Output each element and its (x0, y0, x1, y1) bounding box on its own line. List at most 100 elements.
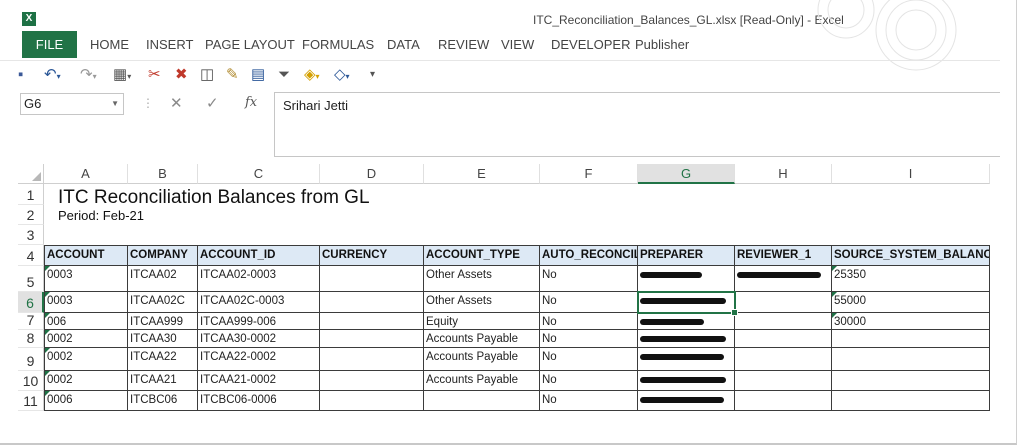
tab-view[interactable]: VIEW (501, 31, 534, 58)
table-cell[interactable]: ITCAA02C-0003 (198, 292, 320, 313)
sheet-title[interactable]: ITC Reconciliation Balances from GL (58, 187, 370, 209)
tab-file[interactable]: FILE (22, 31, 77, 58)
table-cell[interactable] (424, 391, 540, 411)
tab-home[interactable]: HOME (90, 31, 129, 58)
table-cell[interactable]: Accounts Payable (424, 348, 540, 371)
format-painter-icon[interactable]: ✎ (226, 66, 239, 84)
row-header-4[interactable]: 4 (18, 245, 44, 266)
table-cell[interactable]: No (540, 313, 638, 330)
table-cell[interactable] (735, 391, 832, 411)
table-cell[interactable]: 0003 (44, 292, 128, 313)
cancel-icon[interactable]: ✕ (170, 94, 183, 112)
row-header-11[interactable]: 11 (18, 391, 44, 411)
table-cell[interactable] (832, 348, 990, 371)
table-cell[interactable] (638, 266, 735, 292)
table-cell[interactable]: 25350 (832, 266, 990, 292)
table-cell[interactable]: 0002 (44, 371, 128, 391)
tab-insert[interactable]: INSERT (146, 31, 193, 58)
table-cell[interactable] (735, 371, 832, 391)
shapes-icon[interactable]: ◇▾ (334, 66, 350, 86)
table-cell[interactable]: Equity (424, 313, 540, 330)
table-icon[interactable]: ▤ (251, 66, 265, 84)
column-header-e[interactable]: E (424, 164, 540, 184)
tab-data[interactable]: DATA (387, 31, 420, 58)
table-cell[interactable]: Accounts Payable (424, 371, 540, 391)
tab-page-layout[interactable]: PAGE LAYOUT (205, 31, 295, 58)
table-cell[interactable]: No (540, 330, 638, 348)
table-cell[interactable]: 0006 (44, 391, 128, 411)
active-cell-selection[interactable] (637, 291, 738, 316)
table-cell[interactable] (638, 330, 735, 348)
table-header-cell[interactable]: PREPARER (638, 245, 735, 266)
column-header-f[interactable]: F (540, 164, 638, 184)
table-header-cell[interactable]: REVIEWER_1 (735, 245, 832, 266)
table-cell[interactable]: ITCAA02-0003 (198, 266, 320, 292)
column-header-d[interactable]: D (320, 164, 424, 184)
table-header-cell[interactable]: CURRENCY (320, 245, 424, 266)
select-all-corner[interactable] (18, 164, 44, 184)
row-header-6[interactable]: 6 (18, 292, 44, 313)
table-cell[interactable] (832, 391, 990, 411)
table-cell[interactable]: ITCBC06-0006 (198, 391, 320, 411)
column-header-h[interactable]: H (735, 164, 832, 184)
table-header-cell[interactable]: COMPANY (128, 245, 198, 266)
table-cell[interactable]: ITCAA22 (128, 348, 198, 371)
row-header-7[interactable]: 7 (18, 312, 44, 330)
camera-icon[interactable]: ◫ (200, 66, 214, 84)
table-header-cell[interactable]: SOURCE_SYSTEM_BALANCE (832, 245, 990, 266)
row-header-2[interactable]: 2 (18, 205, 44, 225)
row-header-3[interactable]: 3 (18, 225, 44, 245)
table-header-cell[interactable]: ACCOUNT_ID (198, 245, 320, 266)
delete-columns-icon[interactable]: ✂ (148, 66, 161, 84)
sheet-period[interactable]: Period: Feb-21 (58, 208, 144, 223)
fill-color-icon[interactable]: ◈▾ (304, 66, 320, 86)
table-cell[interactable] (638, 313, 735, 330)
table-cell[interactable]: ITCAA21-0002 (198, 371, 320, 391)
redo-icon[interactable]: ↷▾ (80, 66, 97, 86)
table-cell[interactable]: ITCAA02 (128, 266, 198, 292)
tab-review[interactable]: REVIEW (438, 31, 489, 58)
table-cell[interactable] (735, 292, 832, 313)
table-cell[interactable]: No (540, 348, 638, 371)
table-cell[interactable] (638, 391, 735, 411)
cut-icon[interactable]: ✖ (175, 66, 188, 84)
table-header-cell[interactable]: AUTO_RECONCIL (540, 245, 638, 266)
table-cell[interactable] (320, 348, 424, 371)
table-cell[interactable] (638, 371, 735, 391)
table-cell[interactable] (735, 266, 832, 292)
table-cell[interactable]: No (540, 292, 638, 313)
table-cell[interactable]: No (540, 371, 638, 391)
column-header-g[interactable]: G (638, 164, 735, 184)
table-cell[interactable]: Other Assets (424, 292, 540, 313)
table-cell[interactable]: ITCAA999 (128, 313, 198, 330)
table-cell[interactable]: ITCAA21 (128, 371, 198, 391)
undo-icon[interactable]: ↶▾ (44, 66, 61, 86)
chevron-down-icon[interactable]: ▼ (111, 94, 119, 114)
table-cell[interactable] (320, 330, 424, 348)
table-cell[interactable]: No (540, 266, 638, 292)
filter-icon[interactable]: ⏷ (278, 66, 290, 84)
table-header-cell[interactable]: ACCOUNT_TYPE (424, 245, 540, 266)
table-cell[interactable]: ITCBC06 (128, 391, 198, 411)
format-icon[interactable]: ▦▾ (113, 66, 131, 86)
table-cell[interactable]: 30000 (832, 313, 990, 330)
row-header-9[interactable]: 9 (18, 348, 44, 371)
column-header-c[interactable]: C (198, 164, 320, 184)
row-header-1[interactable]: 1 (18, 184, 44, 205)
table-cell[interactable]: Other Assets (424, 266, 540, 292)
table-cell[interactable] (735, 330, 832, 348)
table-cell[interactable] (320, 266, 424, 292)
column-header-b[interactable]: B (128, 164, 198, 184)
table-cell[interactable] (735, 348, 832, 371)
table-cell[interactable]: ITCAA30-0002 (198, 330, 320, 348)
table-cell[interactable]: 006 (44, 313, 128, 330)
table-cell[interactable] (320, 371, 424, 391)
table-cell[interactable] (320, 292, 424, 313)
table-cell[interactable] (832, 330, 990, 348)
enter-icon[interactable]: ✓ (206, 94, 219, 112)
customize-icon[interactable]: ▾ (370, 66, 375, 84)
table-header-cell[interactable]: ACCOUNT (44, 245, 128, 266)
table-cell[interactable] (832, 371, 990, 391)
column-header-i[interactable]: I (832, 164, 990, 184)
table-cell[interactable] (735, 313, 832, 330)
